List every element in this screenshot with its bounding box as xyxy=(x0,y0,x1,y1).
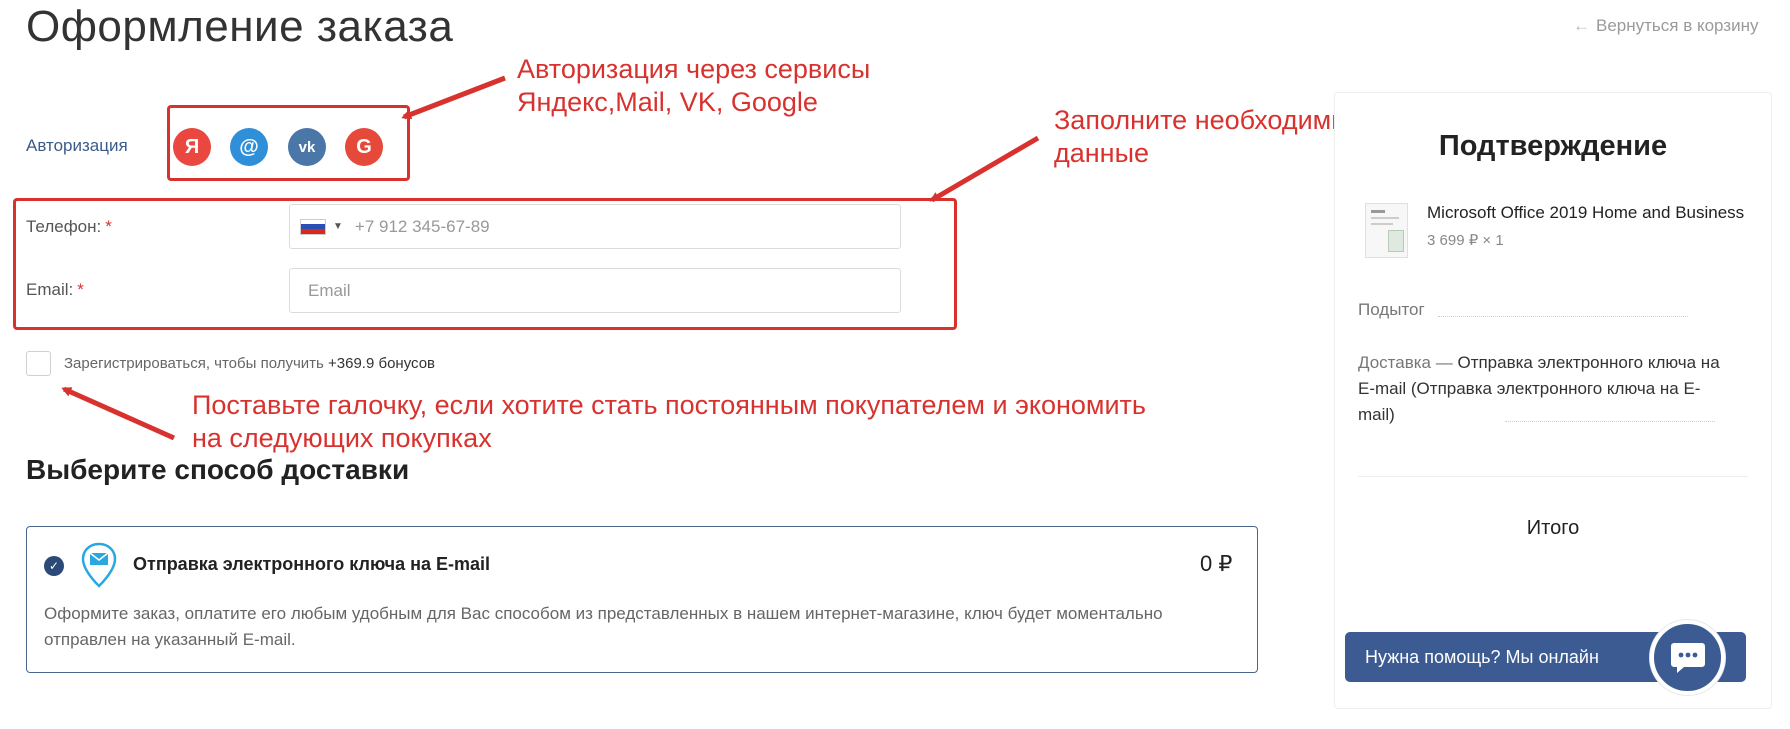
product-name[interactable]: Microsoft Office 2019 Home and Business xyxy=(1427,203,1747,223)
help-online-label: Нужна помощь? Мы онлайн xyxy=(1365,646,1599,667)
delivery-summary-label: Доставка — xyxy=(1358,353,1453,372)
arrow-to-auth xyxy=(401,75,506,120)
annotation-fill-line1: Заполните необходимые xyxy=(1054,105,1366,135)
delivery-option-name: Отправка электронного ключа на E-mail xyxy=(133,554,491,574)
delivery-summary: Доставка — Отправка электронного ключа н… xyxy=(1358,350,1728,428)
annotation-auth: Авторизация через сервисы Яндекс,Mail, V… xyxy=(517,53,870,119)
delivery-price: 0 ₽ xyxy=(1200,551,1233,576)
delivery-description: Оформите заказ, оплатите его любым удобн… xyxy=(44,604,1163,649)
annotation-auth-line2: Яндекс,Mail, VK, Google xyxy=(517,87,818,117)
arrow-to-form xyxy=(929,135,1040,203)
selected-check-icon[interactable]: ✓ xyxy=(44,556,64,576)
summary-title: Подтверждение xyxy=(1438,130,1668,162)
delivery-section-title: Выберите способ доставки xyxy=(26,454,410,485)
subtotal-label: Подытог xyxy=(1358,300,1425,319)
summary-divider xyxy=(1358,476,1748,477)
email-delivery-icon xyxy=(81,542,117,588)
annotation-checkbox: Поставьте галочку, если хотите стать пос… xyxy=(192,389,1146,455)
annotation-checkbox-line1: Поставьте галочку, если хотите стать пос… xyxy=(192,390,1146,420)
delivery-dots xyxy=(1505,421,1715,422)
arrow-to-checkbox xyxy=(61,386,176,441)
subtotal-dots xyxy=(1438,316,1688,317)
annotation-fill-line2: данные xyxy=(1054,138,1150,168)
product-price-qty: 3 699 ₽ × 1 xyxy=(1427,232,1504,249)
annotation-auth-line1: Авторизация через сервисы xyxy=(517,54,871,84)
annotation-fill: Заполните необходимые данные xyxy=(1054,104,1366,170)
total-label: Итого xyxy=(1526,517,1580,539)
product-thumbnail xyxy=(1365,203,1408,258)
annotation-checkbox-line2: на следующих покупках xyxy=(192,423,492,453)
chat-bubble-icon xyxy=(1670,642,1705,673)
chat-button[interactable] xyxy=(1650,620,1725,695)
